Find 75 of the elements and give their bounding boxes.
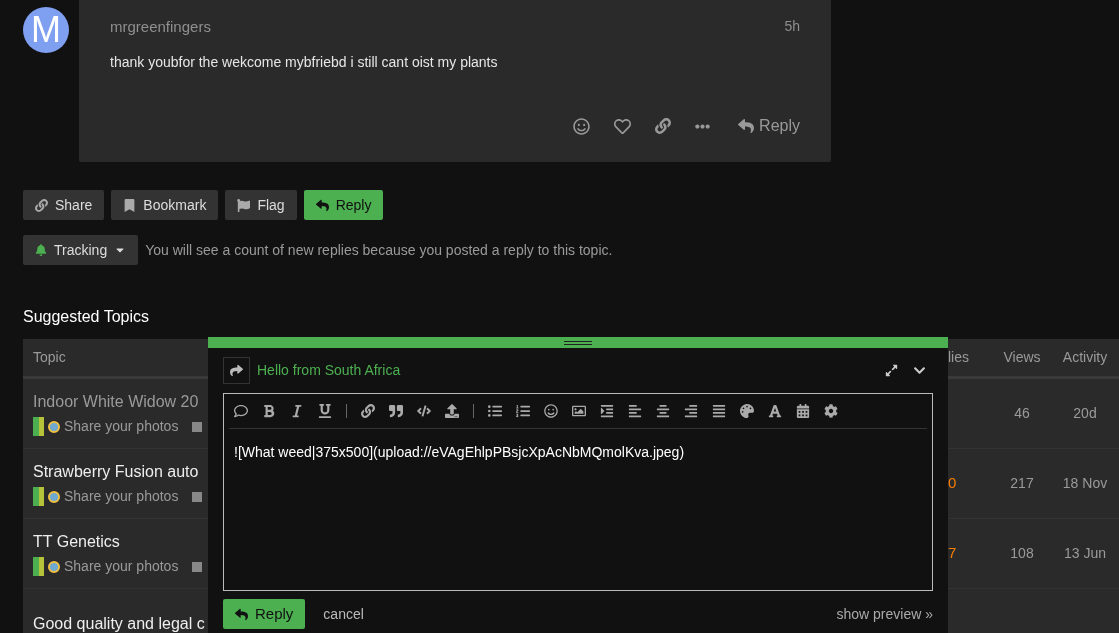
tag-icon <box>192 491 203 502</box>
palette-icon[interactable] <box>740 404 754 418</box>
align-right-icon[interactable] <box>684 404 698 418</box>
column-header[interactable]: Activity <box>1062 347 1108 368</box>
share-button[interactable]: Share <box>23 190 105 220</box>
emoji-icon[interactable] <box>544 404 558 418</box>
post-reply-button[interactable]: Reply <box>738 114 800 138</box>
bell-icon <box>35 244 47 256</box>
align-center-icon[interactable] <box>656 404 670 418</box>
reply-icon <box>738 118 755 134</box>
code-icon[interactable] <box>417 404 431 418</box>
underline-icon[interactable] <box>318 404 332 418</box>
category-badge <box>33 487 44 506</box>
link-icon[interactable] <box>361 404 375 418</box>
tag-icon <box>192 421 203 432</box>
tracking-message: You will see a count of new replies because you posted a reply to this topic. <box>145 240 613 260</box>
category-name[interactable]: Share your photos <box>64 556 179 577</box>
image-icon[interactable] <box>572 404 586 418</box>
reply-button[interactable]: Reply <box>303 190 384 220</box>
tag-icon <box>192 561 203 572</box>
align-left-icon[interactable] <box>628 404 642 418</box>
collapse-icon[interactable] <box>913 364 926 377</box>
font-icon[interactable] <box>768 404 782 418</box>
show-preview-link[interactable]: show preview » <box>836 603 933 625</box>
topic-title[interactable]: Indoor White Widow 20 <box>33 390 199 414</box>
replies-count: 0 <box>948 473 957 494</box>
upload-icon[interactable] <box>445 404 459 418</box>
topic-title[interactable]: Strawberry Fusion auto <box>33 460 199 484</box>
reply-type-icon[interactable] <box>223 357 250 384</box>
column-header[interactable]: Topic <box>33 347 66 368</box>
link-icon[interactable] <box>655 118 672 134</box>
category-badge <box>33 557 44 576</box>
category-badge <box>33 417 44 436</box>
flag-button[interactable]: Flag <box>225 190 297 220</box>
calendar-icon[interactable] <box>796 404 810 418</box>
emoji-icon[interactable] <box>573 117 591 135</box>
indent-icon[interactable] <box>600 404 614 418</box>
category-name[interactable]: Share your photos <box>64 416 179 437</box>
reply-icon <box>235 607 248 621</box>
replies-count: 7 <box>948 543 957 564</box>
italic-icon[interactable] <box>290 404 304 418</box>
bookmark-button[interactable]: Bookmark <box>111 190 219 220</box>
activity-date: 20d <box>1073 404 1097 423</box>
resize-grip[interactable] <box>208 337 948 348</box>
views-count: 108 <box>1010 544 1034 563</box>
topic-title[interactable]: Good quality and legal c <box>33 611 205 633</box>
like-icon[interactable] <box>614 117 632 135</box>
section-heading: Suggested Topics <box>22 307 150 327</box>
quote-bubble-icon[interactable] <box>234 404 248 418</box>
column-header[interactable]: lies <box>948 347 969 368</box>
reply-icon <box>315 198 329 212</box>
username[interactable]: mrgreenfingers <box>110 16 211 39</box>
category-name[interactable]: Share your photos <box>64 486 179 507</box>
editor-textarea[interactable]: ![What weed|375x500](upload://eVAgEhlpPBsjcXpAcNbMQmolKva.jpeg) <box>224 429 932 590</box>
settings-icon[interactable] <box>824 404 838 418</box>
views-count: 217 <box>1010 474 1034 493</box>
blockquote-icon[interactable] <box>389 404 403 418</box>
numbered-list-icon[interactable] <box>516 404 530 418</box>
tracking-button[interactable]: Tracking <box>23 235 139 265</box>
justify-icon[interactable] <box>712 404 726 418</box>
submit-reply-button[interactable]: Reply <box>223 599 306 629</box>
expand-icon[interactable] <box>885 364 898 377</box>
flag-icon <box>237 198 251 212</box>
post-text: thank youbfor the wekcome mybfriebd i still cant oist my plants <box>110 52 499 72</box>
post-age: 5h <box>784 17 800 36</box>
views-count: 46 <box>1014 404 1030 423</box>
cancel-link[interactable]: cancel <box>323 603 364 625</box>
topic-link[interactable]: Hello from South Africa <box>257 360 401 381</box>
topic-title[interactable]: TT Genetics <box>33 530 120 554</box>
activity-date: 18 Nov <box>1062 474 1108 493</box>
bullet-list-icon[interactable] <box>488 404 502 418</box>
bookmark-icon <box>123 198 137 212</box>
column-header[interactable]: Views <box>1003 347 1041 368</box>
activity-date: 13 Jun <box>1063 544 1106 563</box>
bold-icon[interactable] <box>262 404 276 418</box>
